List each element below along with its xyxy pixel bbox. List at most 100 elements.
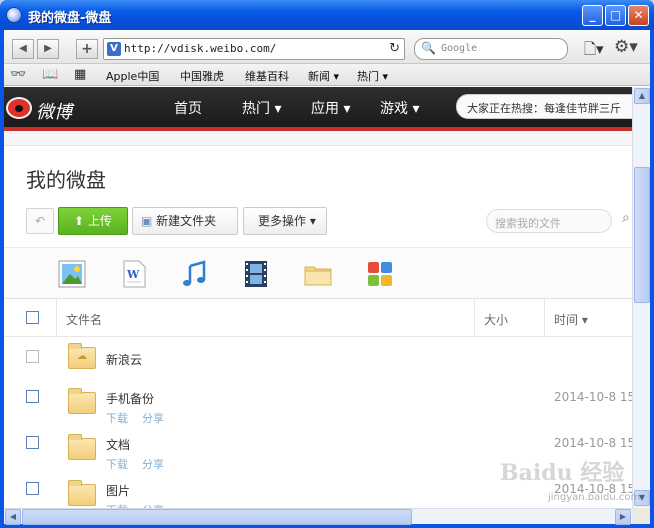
column-size[interactable]: 大小 [484, 311, 508, 328]
select-all-checkbox[interactable] [26, 311, 39, 324]
page-title: 我的微盘 [26, 168, 106, 192]
bookmark-yahoo-china[interactable]: 中国雅虎 [180, 68, 224, 84]
title-bar[interactable]: 我的微盘-微盘 _ □ ✕ [0, 0, 654, 30]
column-time[interactable]: 时间 ▾ [554, 311, 588, 328]
scroll-right-button[interactable]: ▶ [615, 509, 631, 525]
column-divider [544, 299, 545, 337]
file-name[interactable]: 图片 [106, 482, 130, 499]
cloud-badge-icon: ☁ [77, 351, 87, 362]
bookmark-wikipedia[interactable]: 维基百科 [245, 68, 289, 84]
new-folder-label: 新建文件夹 [156, 214, 217, 228]
close-button[interactable]: ✕ [628, 5, 649, 26]
vdisk-panel: 我的微盘 ↶ ⬆ 上传 ▣ 新建文件夹 更多操作 ▾ 搜索我的文件 ⌕ W 文件… [4, 145, 632, 508]
browser-client-area: ◀ ▶ + V http://vdisk.weibo.com/ ↻ 🔍 Goog… [4, 30, 650, 525]
forward-button[interactable]: ▶ [37, 39, 59, 59]
file-name[interactable]: 手机备份 [106, 390, 154, 407]
row-checkbox[interactable] [26, 390, 39, 403]
gear-icon[interactable]: ⚙▾ [614, 37, 638, 57]
baidu-watermark: Baidu 经验 [500, 460, 625, 486]
minimize-button[interactable]: _ [582, 5, 603, 26]
row-checkbox[interactable] [26, 436, 39, 449]
file-row-phone-backup[interactable]: 手机备份 下载 分享 2014-10-8 15:4 [4, 384, 632, 430]
new-folder-icon: ▣ [141, 214, 157, 228]
search-box[interactable]: 🔍 Google [414, 38, 568, 60]
music-filter-icon[interactable] [180, 260, 208, 288]
add-bookmark-button[interactable]: + [76, 39, 98, 59]
address-bar[interactable]: V http://vdisk.weibo.com/ ↻ [103, 38, 405, 60]
svg-text:W: W [126, 268, 140, 281]
file-time: 2014-10-8 15:4 [554, 390, 632, 404]
bookmark-hot-folder[interactable]: 热门 ▾ [357, 68, 388, 84]
reload-icon[interactable]: ↻ [389, 41, 400, 56]
top-sites-grid-icon[interactable]: ▦ [74, 67, 86, 82]
maximize-button[interactable]: □ [605, 5, 626, 26]
apps-filter-icon[interactable] [366, 260, 394, 288]
bookmarks-book-icon[interactable]: 📖 [42, 67, 58, 82]
file-search-icon[interactable]: ⌕ [622, 210, 630, 226]
cloud-folder-icon: ☁ [68, 343, 96, 369]
nav-hot[interactable]: 热门 ▾ [242, 98, 281, 118]
header-accent-line [4, 127, 632, 131]
file-search-input[interactable]: 搜索我的文件 [486, 209, 612, 233]
weibo-logo-icon[interactable] [6, 97, 32, 119]
page-menu-icon[interactable]: 🗋▾ [584, 39, 604, 64]
search-icon: 🔍 [421, 41, 436, 55]
folder-icon [68, 434, 96, 460]
download-link[interactable]: 下载 [106, 410, 128, 426]
document-filter-icon[interactable]: W [120, 260, 148, 288]
file-search-placeholder: 搜索我的文件 [495, 217, 561, 230]
file-list-header: 文件名 大小 时间 ▾ [4, 299, 632, 337]
upload-label: 上传 [87, 214, 112, 228]
weibo-search-box[interactable]: 大家正在热搜：每逢佳节胖三斤 [456, 94, 632, 119]
share-link[interactable]: 分享 [142, 456, 164, 472]
folder-icon [68, 480, 96, 506]
window-title: 我的微盘-微盘 [28, 11, 112, 26]
weibo-logo-text[interactable]: 微博 [36, 98, 72, 124]
page-viewport: 微博 首页 热门 ▾ 应用 ▾ 游戏 ▾ 大家正在热搜：每逢佳节胖三斤 我的微盘… [4, 87, 632, 508]
share-link[interactable]: 分享 [142, 410, 164, 426]
hot-search-text[interactable]: 大家正在热搜：每逢佳节胖三斤 [467, 100, 621, 116]
file-name[interactable]: 文档 [106, 436, 130, 453]
browser-icon [6, 7, 22, 23]
row-checkbox[interactable] [26, 482, 39, 495]
undo-button[interactable]: ↶ [26, 208, 54, 234]
site-favicon-icon: V [107, 42, 121, 56]
column-name[interactable]: 文件名 [66, 311, 102, 328]
download-link[interactable]: 下载 [106, 456, 128, 472]
file-time: 2014-10-8 15:4 [554, 436, 632, 450]
column-divider [474, 299, 475, 337]
upload-arrow-icon: ⬆ [74, 214, 88, 228]
vertical-scroll-thumb[interactable] [634, 167, 650, 303]
horizontal-scroll-thumb[interactable] [22, 509, 412, 525]
column-divider [56, 299, 57, 337]
new-folder-button[interactable]: ▣ 新建文件夹 [132, 207, 238, 235]
video-filter-icon[interactable] [242, 260, 270, 288]
more-actions-button[interactable]: 更多操作 ▾ [243, 207, 327, 235]
bookmark-news-folder[interactable]: 新闻 ▾ [308, 68, 339, 84]
back-button[interactable]: ◀ [12, 39, 34, 59]
nav-home[interactable]: 首页 [174, 98, 202, 118]
nav-apps[interactable]: 应用 ▾ [311, 98, 350, 118]
image-filter-icon[interactable] [58, 260, 86, 288]
scroll-up-button[interactable]: ▲ [634, 88, 650, 104]
nav-games[interactable]: 游戏 ▾ [380, 98, 419, 118]
bookmark-apple-china[interactable]: Apple中国 [106, 68, 159, 84]
baidu-watermark-url: jingyan.baidu.com [548, 492, 641, 503]
horizontal-scrollbar[interactable]: ◀ ▶ [4, 508, 632, 525]
navigation-toolbar: ◀ ▶ + V http://vdisk.weibo.com/ ↻ 🔍 Goog… [4, 30, 650, 64]
file-row-sina-cloud[interactable]: ☁ 新浪云 [4, 338, 632, 384]
row-checkbox[interactable] [26, 350, 39, 363]
upload-button[interactable]: ⬆ 上传 [58, 207, 128, 235]
weibo-header: 微博 首页 热门 ▾ 应用 ▾ 游戏 ▾ 大家正在热搜：每逢佳节胖三斤 [4, 87, 632, 127]
folder-icon [68, 388, 96, 414]
search-placeholder[interactable]: Google [441, 43, 477, 54]
folder-filter-icon[interactable] [304, 260, 332, 288]
browser-window: 我的微盘-微盘 _ □ ✕ ◀ ▶ + V http://vdisk.weibo… [0, 0, 654, 528]
scroll-left-button[interactable]: ◀ [5, 509, 21, 525]
vertical-scrollbar[interactable]: ▲ ▼ [632, 87, 650, 508]
scrollbar-corner [632, 508, 650, 524]
file-type-filter-bar: W [4, 247, 632, 299]
reading-list-icon[interactable]: 👓 [10, 67, 26, 82]
url-text[interactable]: http://vdisk.weibo.com/ [124, 42, 276, 55]
file-name[interactable]: 新浪云 [106, 351, 142, 368]
